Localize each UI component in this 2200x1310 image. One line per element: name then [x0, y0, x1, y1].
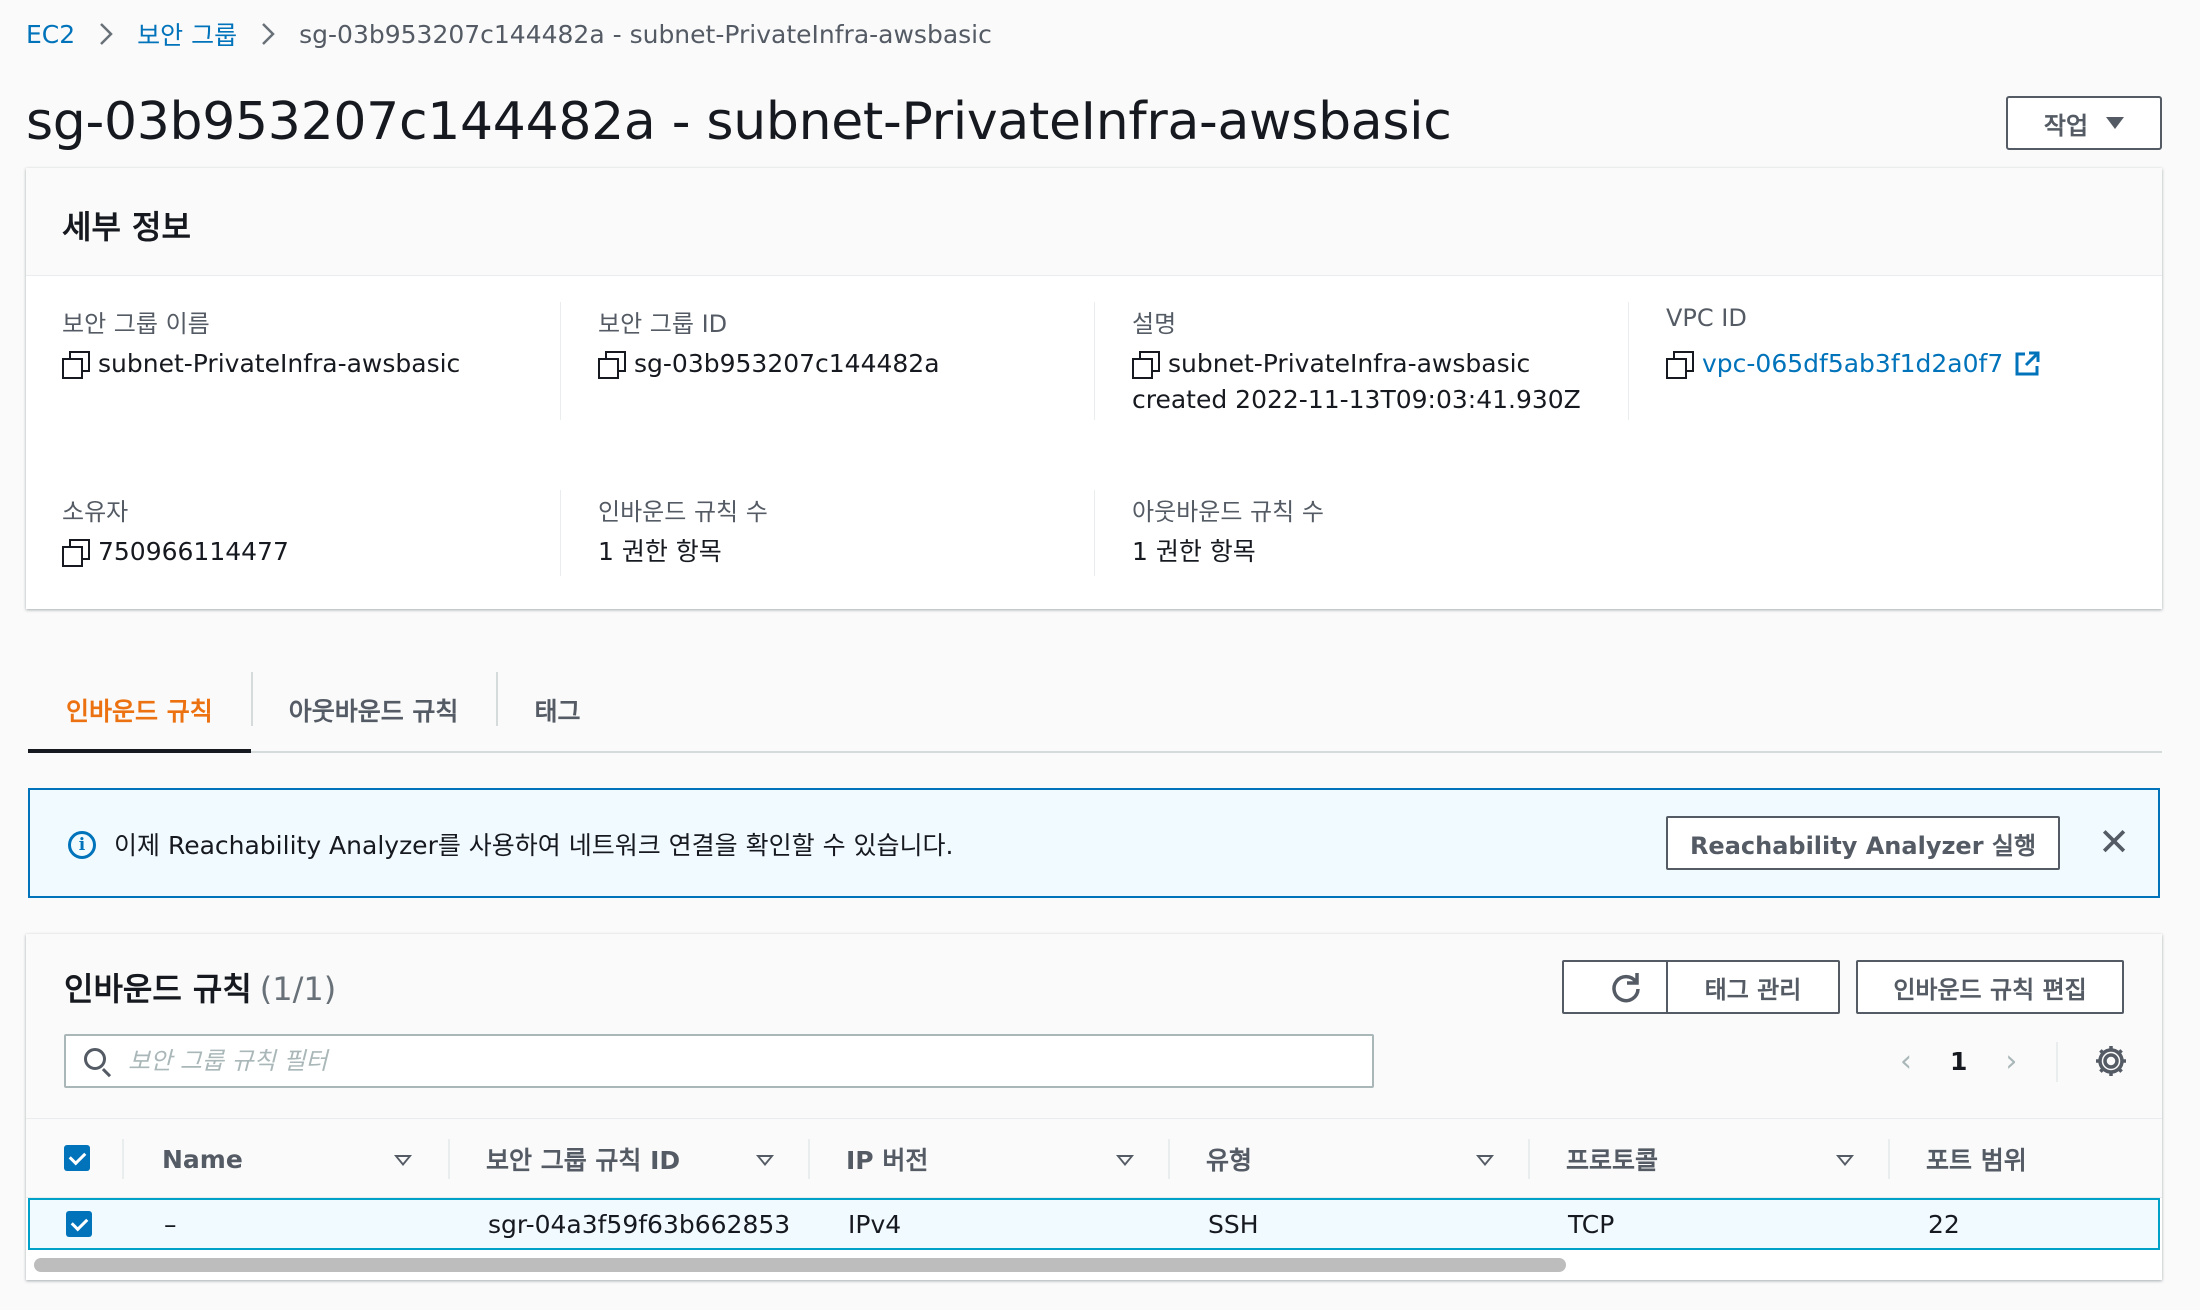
divider	[1094, 302, 1095, 420]
pagination: ‹ 1 ›	[1900, 1038, 2017, 1084]
search-icon	[84, 1048, 106, 1070]
description-label: 설명	[1132, 310, 1177, 338]
column-header-protocol[interactable]: 프로토콜	[1566, 1119, 1658, 1199]
details-heading: 세부 정보	[62, 208, 191, 246]
cell-name: –	[164, 1209, 177, 1239]
outbound-count-value: 1 권한 항목	[1132, 537, 1256, 566]
actions-dropdown-button[interactable]: 작업	[2006, 96, 2162, 150]
description-value: subnet-PrivateInfra-awsbasic	[1132, 346, 1530, 382]
chevron-right-icon	[99, 22, 113, 46]
description-line2: created 2022-11-13T09:03:41.930Z	[1132, 385, 1581, 414]
divider	[1168, 1139, 1170, 1179]
divider	[122, 1139, 124, 1179]
page-title: sg-03b953207c144482a - subnet-PrivateInf…	[26, 92, 1452, 152]
close-icon[interactable]: ✕	[2094, 820, 2134, 864]
description-line1: subnet-PrivateInfra-awsbasic	[1168, 349, 1531, 378]
rules-title: 인바운드 규칙	[64, 970, 252, 1008]
rules-filter-field[interactable]	[64, 1034, 1374, 1088]
column-header-rule-id[interactable]: 보안 그룹 규칙 ID	[486, 1119, 680, 1199]
sg-id-label: 보안 그룹 ID	[598, 310, 728, 338]
inbound-count-value: 1 권한 항목	[598, 537, 722, 566]
gear-icon[interactable]	[2092, 1042, 2130, 1080]
row-checkbox[interactable]	[66, 1211, 92, 1237]
caret-down-icon	[2106, 117, 2125, 129]
rules-filter-input[interactable]	[128, 1044, 1328, 1078]
divider	[560, 302, 561, 420]
divider	[448, 1139, 450, 1179]
info-banner: i 이제 Reachability Analyzer를 사용하여 네트워크 연결…	[28, 788, 2160, 898]
current-page[interactable]: 1	[1950, 1047, 1967, 1076]
details-header: 세부 정보	[26, 168, 2162, 276]
cell-port-range: 22	[1928, 1209, 1960, 1239]
external-link-icon[interactable]	[2013, 350, 2041, 378]
banner-message: 이제 Reachability Analyzer를 사용하여 네트워크 연결을 …	[114, 831, 954, 860]
owner-value: 750966114477	[62, 534, 289, 570]
copy-icon[interactable]	[62, 539, 90, 567]
tab-tags[interactable]: 태그	[496, 668, 618, 751]
divider	[808, 1139, 810, 1179]
run-reachability-analyzer-button[interactable]: Reachability Analyzer 실행	[1666, 816, 2060, 870]
tab-inbound-rules[interactable]: 인바운드 규칙	[28, 668, 251, 753]
rules-heading: 인바운드 규칙 (1/1)	[64, 964, 336, 1010]
table-row[interactable]: – sgr-04a3f59f63b662853 IPv4 SSH TCP 22	[28, 1198, 2160, 1250]
column-header-ip-version[interactable]: IP 버전	[846, 1119, 928, 1199]
breadcrumb-ec2[interactable]: EC2	[26, 20, 75, 49]
inbound-count-label: 인바운드 규칙 수	[598, 498, 768, 526]
divider	[1528, 1139, 1530, 1179]
actions-label: 작업	[2043, 111, 2089, 140]
copy-icon[interactable]	[1666, 351, 1694, 379]
tab-bar: 인바운드 규칙 아웃바운드 규칙 태그	[28, 668, 2162, 753]
outbound-count-label: 아웃바운드 규칙 수	[1132, 498, 1324, 526]
refresh-icon	[1612, 973, 1640, 1003]
sg-name-label: 보안 그룹 이름	[62, 310, 210, 338]
edit-inbound-rules-button[interactable]: 인바운드 규칙 편집	[1856, 960, 2124, 1014]
select-all-checkbox[interactable]	[64, 1145, 90, 1171]
sg-name-text: subnet-PrivateInfra-awsbasic	[98, 349, 461, 378]
copy-icon[interactable]	[62, 351, 90, 379]
divider	[1094, 490, 1095, 576]
vpc-id-link[interactable]: vpc-065df5ab3f1d2a0f7	[1702, 346, 2003, 382]
owner-label: 소유자	[62, 498, 129, 526]
table-header: Name 보안 그룹 규칙 ID IP 버전 유형 프로토콜 포트 범위	[26, 1118, 2162, 1198]
tab-outbound-rules[interactable]: 아웃바운드 규칙	[250, 668, 497, 751]
next-page-button[interactable]: ›	[2005, 1044, 2017, 1079]
cell-ip-version: IPv4	[848, 1209, 902, 1239]
manage-tags-button[interactable]: 태그 관리	[1666, 960, 1840, 1014]
divider	[1888, 1139, 1890, 1179]
copy-icon[interactable]	[1132, 351, 1160, 379]
column-header-port-range[interactable]: 포트 범위	[1926, 1119, 2027, 1199]
sg-id-value: sg-03b953207c144482a	[598, 346, 940, 382]
breadcrumb-current: sg-03b953207c144482a - subnet-PrivateInf…	[299, 19, 992, 49]
rules-count: (1/1)	[259, 970, 337, 1008]
owner-text: 750966114477	[98, 537, 289, 566]
divider	[560, 490, 561, 576]
details-panel: 세부 정보 보안 그룹 이름 subnet-PrivateInfra-awsba…	[26, 168, 2162, 609]
copy-icon[interactable]	[598, 351, 626, 379]
horizontal-scrollbar[interactable]	[34, 1258, 1566, 1272]
divider	[2056, 1042, 2058, 1082]
breadcrumb-security-groups[interactable]: 보안 그룹	[137, 16, 237, 52]
rules-toolbar: 인바운드 규칙(1/1) 태그 관리 인바운드 규칙 편집 ‹ 1 ›	[26, 934, 2162, 1118]
column-header-name[interactable]: Name	[162, 1119, 243, 1199]
prev-page-button[interactable]: ‹	[1900, 1044, 1912, 1079]
cell-rule-id: sgr-04a3f59f63b662853	[488, 1209, 791, 1239]
info-icon: i	[68, 831, 96, 859]
column-header-type[interactable]: 유형	[1206, 1119, 1252, 1199]
vpc-id-value: vpc-065df5ab3f1d2a0f7	[1666, 346, 2041, 382]
cell-type: SSH	[1208, 1209, 1259, 1239]
sg-id-text: sg-03b953207c144482a	[634, 349, 940, 378]
cell-protocol: TCP	[1568, 1209, 1615, 1239]
inbound-rules-panel: 인바운드 규칙(1/1) 태그 관리 인바운드 규칙 편집 ‹ 1 ›	[26, 934, 2162, 1280]
breadcrumb: EC2 보안 그룹 sg-03b953207c144482a - subnet-…	[26, 16, 992, 52]
chevron-right-icon	[261, 22, 275, 46]
divider	[1628, 302, 1629, 420]
sg-name-value: subnet-PrivateInfra-awsbasic	[62, 346, 460, 382]
vpc-id-label: VPC ID	[1666, 304, 1747, 332]
